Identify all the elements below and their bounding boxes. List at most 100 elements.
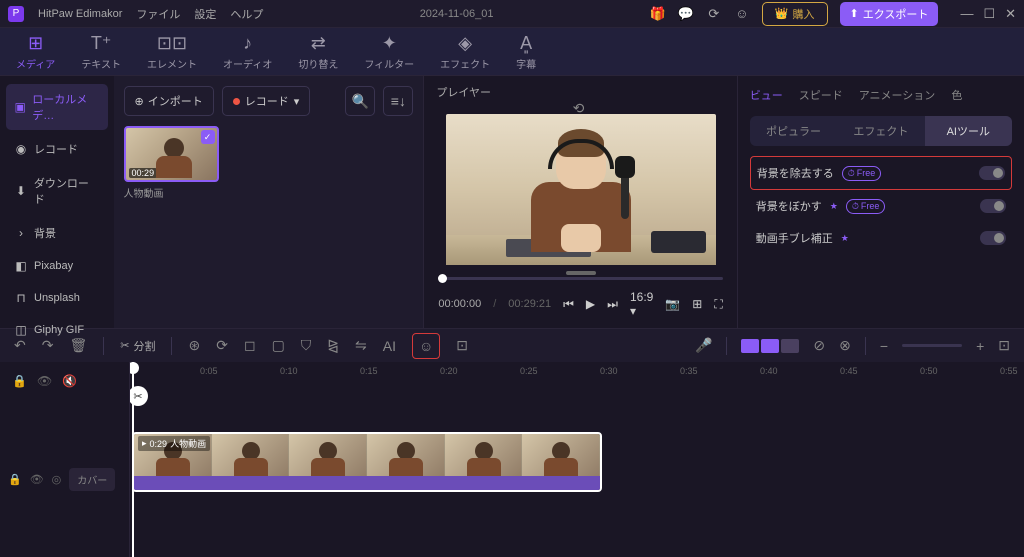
ai-remove-bg[interactable]: 背景を除去する ⏱ Free xyxy=(750,156,1012,190)
aspect-button[interactable]: 16:9 ▾ xyxy=(630,290,653,318)
close-button[interactable]: ✕ xyxy=(1005,6,1016,22)
record-icon: ◉ xyxy=(14,142,28,156)
tab-subtitle[interactable]: A͈字幕 xyxy=(512,31,540,73)
track-view-toggle[interactable] xyxy=(741,339,799,353)
timeline-tracks[interactable]: 0:05 0:10 0:15 0:20 0:25 0:30 0:35 0:40 … xyxy=(130,362,1024,557)
rotate-tool-icon[interactable]: ⟳ xyxy=(216,337,228,354)
link-icon[interactable]: ⊗ xyxy=(839,337,851,354)
audio-icon: ♪ xyxy=(243,33,252,54)
tab-text[interactable]: T⁺テキスト xyxy=(77,31,125,73)
tab-media[interactable]: ⊞メディア xyxy=(12,31,59,73)
shield-tool-icon[interactable]: ⛉ xyxy=(301,337,312,354)
remove-bg-toggle[interactable] xyxy=(979,166,1005,180)
sidebar-background[interactable]: ›背景 xyxy=(6,218,108,248)
mask-tool-icon[interactable]: ▢ xyxy=(272,337,285,354)
crop-tool-icon[interactable]: ◻ xyxy=(244,337,256,354)
search-button[interactable]: 🔍 xyxy=(345,86,375,116)
tab-filter[interactable]: ✦フィルター xyxy=(360,31,418,73)
pixabay-icon: ◧ xyxy=(14,259,28,273)
seek-bar[interactable] xyxy=(438,277,722,280)
fit-icon[interactable]: ⊡ xyxy=(998,337,1010,354)
rp-tab-speed[interactable]: スピード xyxy=(799,84,843,106)
clip-label: ▸ 0:29 人物動画 xyxy=(138,436,210,451)
mirror-tool-icon[interactable]: ⧎ xyxy=(327,337,339,354)
resize-handle[interactable] xyxy=(566,271,596,275)
import-button[interactable]: ⊕ インポート xyxy=(124,86,214,116)
rp-tab-color[interactable]: 色 xyxy=(951,84,962,106)
sort-button[interactable]: ≡↓ xyxy=(383,86,413,116)
mute-track-icon[interactable]: 🔇 xyxy=(62,374,77,388)
media-thumbnail[interactable]: 00:29 ✓ 人物動画 xyxy=(124,126,219,200)
subtab-effect[interactable]: エフェクト xyxy=(837,116,924,146)
timeline-clip[interactable]: ▸ 0:29 人物動画 xyxy=(132,432,602,492)
sidebar-pixabay[interactable]: ◧Pixabay xyxy=(6,252,108,280)
target-icon[interactable]: ◎ xyxy=(52,473,62,486)
mic-icon[interactable]: 🎤 xyxy=(695,337,712,354)
eye-track-icon[interactable]: 👁 xyxy=(37,374,52,388)
zoom-out-button[interactable]: − xyxy=(880,338,888,354)
export-button[interactable]: ⬆ エクスポート xyxy=(840,2,939,26)
prev-button[interactable]: ⏮ xyxy=(563,297,574,312)
tab-element[interactable]: ⊡⊡エレメント xyxy=(143,31,201,73)
sidebar-unsplash[interactable]: ⊓Unsplash xyxy=(6,284,108,312)
video-preview[interactable]: ⟲ xyxy=(446,114,716,265)
tab-transition[interactable]: ⇄切り替え xyxy=(294,31,342,73)
split-button[interactable]: ✂ 分割 xyxy=(120,338,155,354)
sidebar-local-media[interactable]: ▣ローカルメデ… xyxy=(6,84,108,130)
ai-tool-icon[interactable]: AI xyxy=(383,338,396,354)
properties-panel: ビュー スピード アニメーション 色 ポピュラー エフェクト AIツール 背景を… xyxy=(738,76,1024,328)
cutout-tool-button[interactable]: ☺ xyxy=(412,333,440,359)
rp-tab-animation[interactable]: アニメーション xyxy=(859,84,936,106)
magnet-icon[interactable]: ⊘ xyxy=(813,337,825,354)
lock-track-icon[interactable]: 🔒 xyxy=(12,374,27,388)
menu-help[interactable]: ヘルプ xyxy=(230,6,263,22)
current-time: 00:00:00 xyxy=(438,298,481,310)
lock-icon[interactable]: 🔒 xyxy=(8,473,22,486)
rp-tab-view[interactable]: ビュー xyxy=(750,84,783,106)
eye-icon[interactable]: 👁 xyxy=(30,473,44,486)
subtab-ai[interactable]: AIツール xyxy=(925,116,1012,146)
zoom-slider[interactable] xyxy=(902,344,962,347)
refresh-icon[interactable]: ⟳ xyxy=(706,6,722,22)
record-button[interactable]: レコード ▾ xyxy=(222,86,311,116)
next-button[interactable]: ⏭ xyxy=(607,297,618,312)
stabilize-toggle[interactable] xyxy=(980,231,1006,245)
menu-settings[interactable]: 設定 xyxy=(194,6,216,22)
flip-tool-icon[interactable]: ⇋ xyxy=(355,337,367,354)
timeline-toolbar: ↶ ↷ 🗑 ✂ 分割 ⊛ ⟳ ◻ ▢ ⛉ ⧎ ⇋ AI ☺ ⊡ 🎤 ⊘ ⊗ − … xyxy=(0,328,1024,362)
play-button[interactable]: ▶ xyxy=(586,297,595,311)
subtitle-icon: A͈ xyxy=(520,33,532,54)
track-cover-label[interactable]: カバー xyxy=(69,468,115,491)
ai-stabilize[interactable]: 動画手ブレ補正 ★ xyxy=(750,222,1012,254)
effect-icon: ◈ xyxy=(458,33,472,54)
buy-button[interactable]: 👑 購入 xyxy=(762,2,828,26)
camera-tool-icon[interactable]: ⊡ xyxy=(456,337,468,354)
delete-button[interactable]: 🗑 xyxy=(69,337,87,354)
subtab-popular[interactable]: ポピュラー xyxy=(750,116,837,146)
minimize-button[interactable]: — xyxy=(960,6,973,22)
project-name: 2024-11-06_01 xyxy=(277,8,635,20)
chat-icon[interactable]: 💬 xyxy=(678,6,694,22)
zoom-in-button[interactable]: + xyxy=(976,338,984,354)
fullscreen-button[interactable]: ⛶ xyxy=(714,297,722,312)
media-panel: ⊕ インポート レコード ▾ 🔍 ≡↓ 00:29 ✓ 人物動画 xyxy=(114,76,425,328)
menu-file[interactable]: ファイル xyxy=(136,6,180,22)
cut-marker-icon[interactable]: ✂ xyxy=(130,386,148,406)
maximize-button[interactable]: ☐ xyxy=(983,6,995,22)
timeline-ruler[interactable]: 0:05 0:10 0:15 0:20 0:25 0:30 0:35 0:40 … xyxy=(130,362,1024,384)
tab-effect[interactable]: ◈エフェクト xyxy=(436,31,494,73)
rotate-handle-icon[interactable]: ⟲ xyxy=(573,100,589,112)
sidebar-download[interactable]: ⬇ダウンロード xyxy=(6,168,108,214)
ai-blur-bg[interactable]: 背景をぼかす ★ ⏱ Free xyxy=(750,190,1012,222)
account-icon[interactable]: ☺ xyxy=(734,6,750,22)
speed-tool-icon[interactable]: ⊛ xyxy=(188,337,200,354)
sidebar-record[interactable]: ◉レコード xyxy=(6,134,108,164)
grid-button[interactable]: ⊞ xyxy=(692,297,702,311)
redo-button[interactable]: ↷ xyxy=(42,337,54,354)
blur-bg-label: 背景をぼかす xyxy=(756,198,822,214)
blur-bg-toggle[interactable] xyxy=(980,199,1006,213)
undo-button[interactable]: ↶ xyxy=(14,337,26,354)
snapshot-button[interactable]: 📷 xyxy=(665,297,680,311)
gift-icon[interactable]: 🎁 xyxy=(650,6,666,22)
tab-audio[interactable]: ♪オーディオ xyxy=(219,31,276,73)
